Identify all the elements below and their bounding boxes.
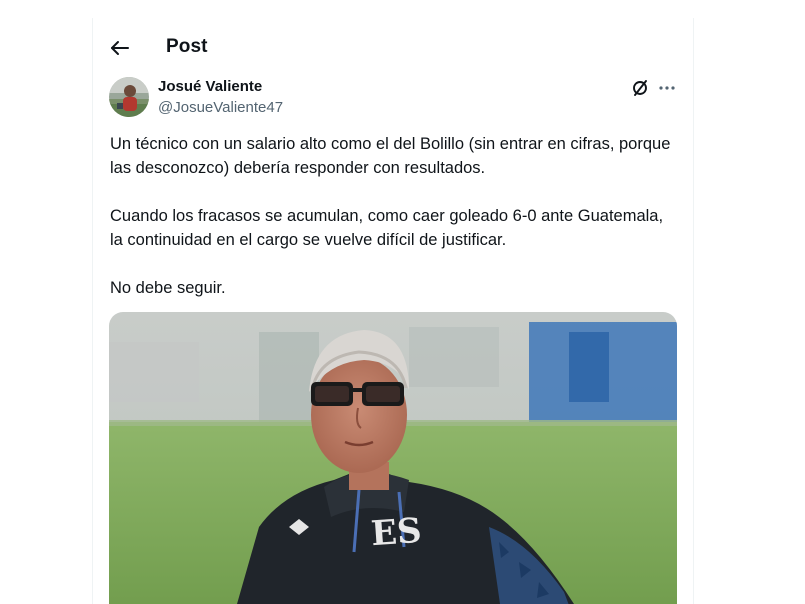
user-avatar-image [109, 77, 149, 117]
grok-button[interactable] [630, 78, 650, 98]
tweet-paragraph: Un técnico con un salario alto como el d… [110, 135, 671, 177]
tweet-paragraph: Cuando los fracasos se acumulan, como ca… [110, 207, 664, 249]
page-title: Post [166, 36, 208, 57]
author-handle[interactable]: @JosueValiente47 [158, 99, 283, 116]
back-button[interactable] [107, 36, 133, 60]
tweet-paragraph: No debe seguir. [110, 279, 226, 297]
jacket-text: ES [370, 511, 423, 554]
more-horizontal-icon [659, 86, 675, 90]
author-name[interactable]: Josué Valiente [158, 78, 262, 95]
post-header: Post [93, 18, 693, 76]
arrow-left-icon [111, 41, 129, 55]
more-button[interactable] [656, 78, 678, 98]
page: Post Josué Valiente @JosueValiente47 Un … [0, 0, 805, 604]
avatar[interactable] [109, 77, 149, 117]
grok-icon [633, 80, 647, 96]
tweet-photo: ES [109, 312, 677, 604]
tweet-text: Un técnico con un salario alto como el d… [110, 132, 680, 324]
tweet-media[interactable]: ES [109, 312, 677, 604]
post-card: Post Josué Valiente @JosueValiente47 Un … [92, 18, 694, 604]
